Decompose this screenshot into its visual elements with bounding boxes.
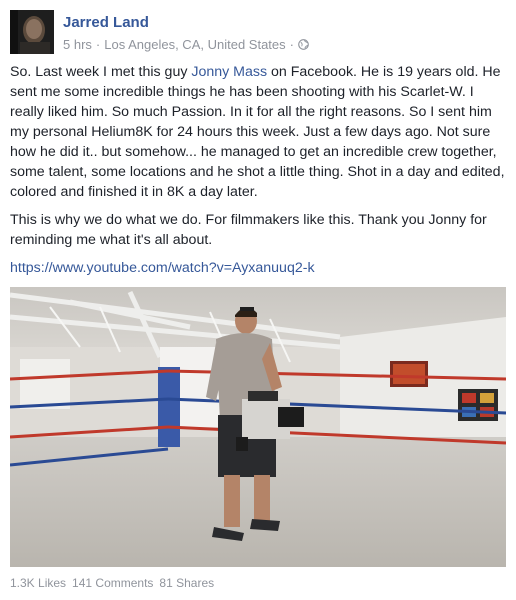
post-meta: 5 hrs · Los Angeles, CA, United States · [63,37,309,52]
comments-count[interactable]: 141 Comments [72,576,153,590]
author-name[interactable]: Jarred Land [63,14,149,31]
post-stats: 1.3K Likes 141 Comments 81 Shares [10,576,214,590]
meta-separator: · [289,37,294,52]
likes-count[interactable]: 1.3K Likes [10,576,66,590]
paragraph-text: on Facebook. He is 19 years old. He sent… [10,64,505,200]
post-location[interactable]: Los Angeles, CA, United States [104,37,285,52]
post-header: Jarred Land 5 hrs · Los Angeles, CA, Uni… [10,10,506,56]
avatar-photo [10,10,54,54]
author-avatar[interactable] [10,10,54,54]
mention-link[interactable]: Jonny Mass [191,64,267,80]
facebook-post: Jarred Land 5 hrs · Los Angeles, CA, Uni… [0,0,516,600]
post-body: So. Last week I met this guy Jonny Mass … [10,62,508,286]
post-paragraph: This is why we do what we do. For filmma… [10,212,487,248]
globe-icon[interactable] [298,39,309,50]
video-thumbnail[interactable] [10,287,506,567]
post-time[interactable]: 5 hrs [63,37,92,52]
meta-separator: · [95,37,101,52]
post-paragraph: So. Last week I met this guy Jonny Mass … [10,62,508,202]
paragraph-text: So. Last week I met this guy [10,64,192,80]
shares-count[interactable]: 81 Shares [159,576,214,590]
gym-boxing-ring-photo [10,287,506,567]
video-url-link[interactable]: https://www.youtube.com/watch?v=Ayxanuuq… [10,258,508,278]
